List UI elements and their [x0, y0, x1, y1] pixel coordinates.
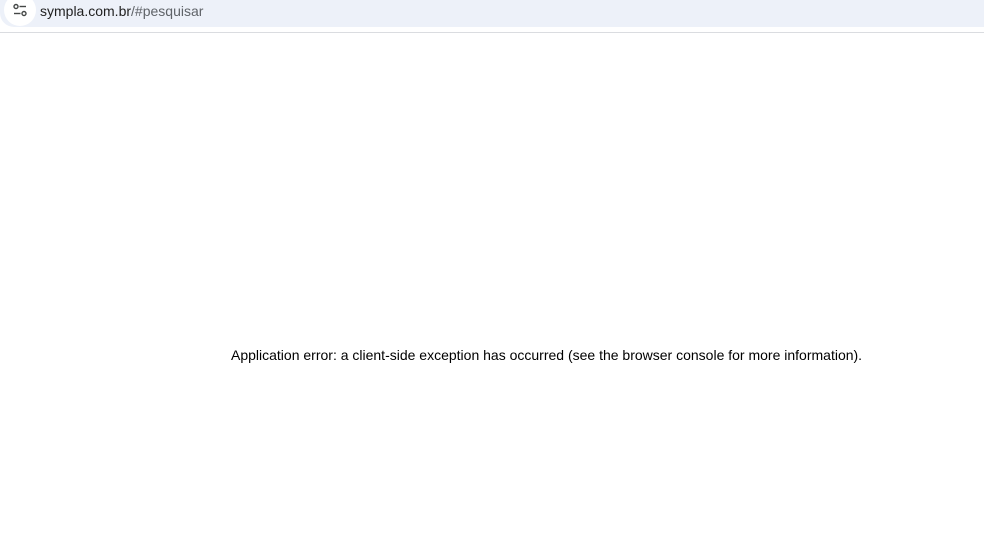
tune-icon	[12, 2, 28, 18]
error-message: Application error: a client-side excepti…	[231, 347, 863, 363]
url-path: /#pesquisar	[131, 3, 204, 19]
browser-toolbar: sympla.com.br/#pesquisar	[0, 0, 984, 33]
url-domain: sympla.com.br	[40, 3, 132, 19]
address-bar[interactable]: sympla.com.br/#pesquisar	[0, 0, 984, 27]
url-text[interactable]: sympla.com.br/#pesquisar	[40, 2, 203, 20]
page-content: Application error: a client-side excepti…	[0, 33, 984, 559]
site-info-button[interactable]	[4, 0, 36, 26]
